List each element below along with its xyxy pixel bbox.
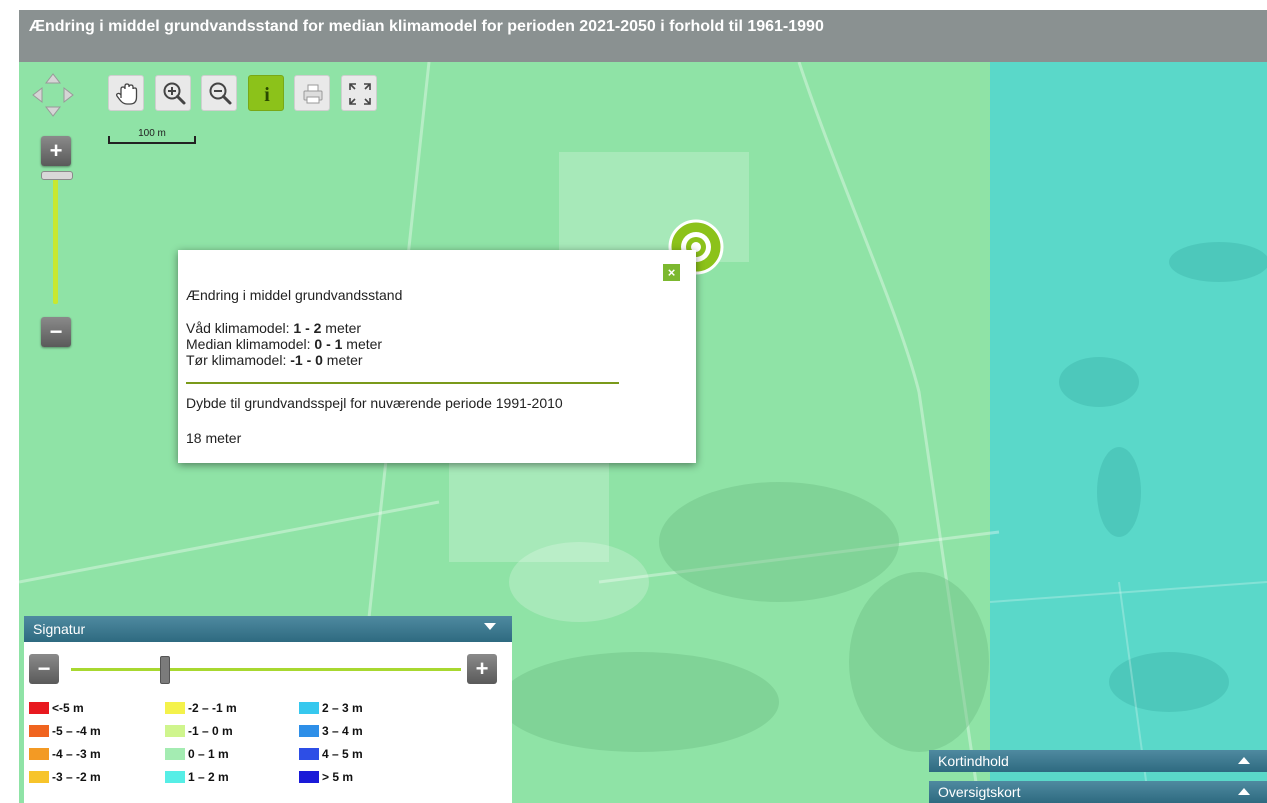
print-icon [303,84,323,104]
legend-label: -1 – 0 m [188,724,233,738]
legend-label: -3 – -2 m [52,770,101,784]
legend-label: 1 – 2 m [188,770,229,784]
app-frame: Ændring i middel grundvandsstand for med… [19,10,1267,803]
pan-up-arrow-icon[interactable] [44,73,62,84]
legend-swatch [299,748,319,760]
svg-text:i: i [264,84,270,106]
title-bar: Ændring i middel grundvandsstand for med… [19,10,1267,62]
row-label: Tør klimamodel: [186,352,291,368]
legend-swatch [29,771,49,783]
row-value: -1 - 0 [290,352,323,368]
legend-label: <-5 m [52,701,84,715]
zoom-slider-track[interactable] [53,174,58,304]
row-value: 1 - 2 [293,320,322,336]
scale-bar: 100 m [108,128,196,144]
scale-bar-line [108,136,196,144]
info-tool-button[interactable]: i [248,75,284,111]
legend-panel: Signatur − + <-5 m -5 – -4 m -4 – -3 m -… [24,616,512,803]
zoom-in-button[interactable]: + [41,136,71,166]
popup-depth-title: Dybde til grundvandsspejl for nuværende … [186,395,563,411]
pan-tool-button[interactable] [108,75,144,111]
pan-arrows-control[interactable] [32,72,74,118]
pan-left-arrow-icon[interactable] [32,86,43,104]
legend-swatch [165,702,185,714]
opacity-increase-button[interactable]: + [467,654,497,684]
legend-swatch [29,748,49,760]
opacity-slider-handle[interactable] [159,656,170,684]
popup-close-button[interactable]: × [663,264,680,281]
zoom-out-tool-button[interactable] [201,75,237,111]
popup-divider [186,382,619,384]
zoom-in-tool-button[interactable] [155,75,191,111]
kortindhold-label: Kortindhold [938,753,1009,769]
popup-row-dry: Tør klimamodel: -1 - 0 meter [186,352,382,368]
zoom-slider-handle[interactable] [41,171,73,180]
kortindhold-panel-header[interactable]: Kortindhold [929,750,1267,772]
pan-right-arrow-icon[interactable] [63,86,74,104]
pan-down-arrow-icon[interactable] [44,106,62,117]
popup-row-median: Median klimamodel: 0 - 1 meter [186,336,382,352]
legend-swatch [165,748,185,760]
page-title: Ændring i middel grundvandsstand for med… [29,18,824,35]
legend-label: 3 – 4 m [322,724,363,738]
legend-label: -4 – -3 m [52,747,101,761]
opacity-slider-track[interactable] [71,668,461,671]
opacity-decrease-button[interactable]: − [29,654,59,684]
fullscreen-tool-button[interactable] [341,75,377,111]
row-unit: meter [321,320,362,336]
popup-depth-value: 18 meter [186,430,242,446]
info-popup: × Ændring i middel grundvandsstand Våd k… [178,250,696,463]
zoom-in-icon [163,82,186,105]
row-label: Våd klimamodel: [186,320,294,336]
row-unit: meter [342,336,383,352]
legend-header[interactable]: Signatur [24,616,512,642]
chevron-up-icon[interactable] [1238,757,1250,764]
oversigtskort-panel-header[interactable]: Oversigtskort [929,781,1267,803]
legend-swatch [299,725,319,737]
legend-swatch [165,725,185,737]
legend-swatch [165,771,185,783]
legend-swatch [299,771,319,783]
legend-label: 0 – 1 m [188,747,229,761]
popup-row-wet: Våd klimamodel: 1 - 2 meter [186,320,382,336]
zoom-out-icon [209,82,232,105]
popup-title: Ændring i middel grundvandsstand [186,287,403,303]
chevron-down-icon[interactable] [484,623,496,630]
row-label: Median klimamodel: [186,336,315,352]
chevron-up-icon[interactable] [1238,788,1250,795]
popup-model-rows: Våd klimamodel: 1 - 2 meter Median klima… [186,320,382,368]
oversigtskort-label: Oversigtskort [938,784,1021,800]
legend-swatch [29,702,49,714]
legend-swatch [299,702,319,714]
legend-swatch [29,725,49,737]
legend-label: 2 – 3 m [322,701,363,715]
info-icon: i [264,84,270,106]
legend-label: -5 – -4 m [52,724,101,738]
print-tool-button[interactable] [294,75,330,111]
zoom-out-button[interactable]: − [41,317,71,347]
legend-label: > 5 m [322,770,354,784]
legend-title: Signatur [33,621,86,637]
hand-icon [116,83,138,105]
legend-label: -2 – -1 m [188,701,237,715]
fullscreen-icon [349,83,371,105]
row-value: 0 - 1 [314,336,343,352]
row-unit: meter [322,352,363,368]
map-view[interactable]: + − i 100 m × Ændring i middel grundvand… [19,62,1267,803]
legend-label: 4 – 5 m [322,747,363,761]
